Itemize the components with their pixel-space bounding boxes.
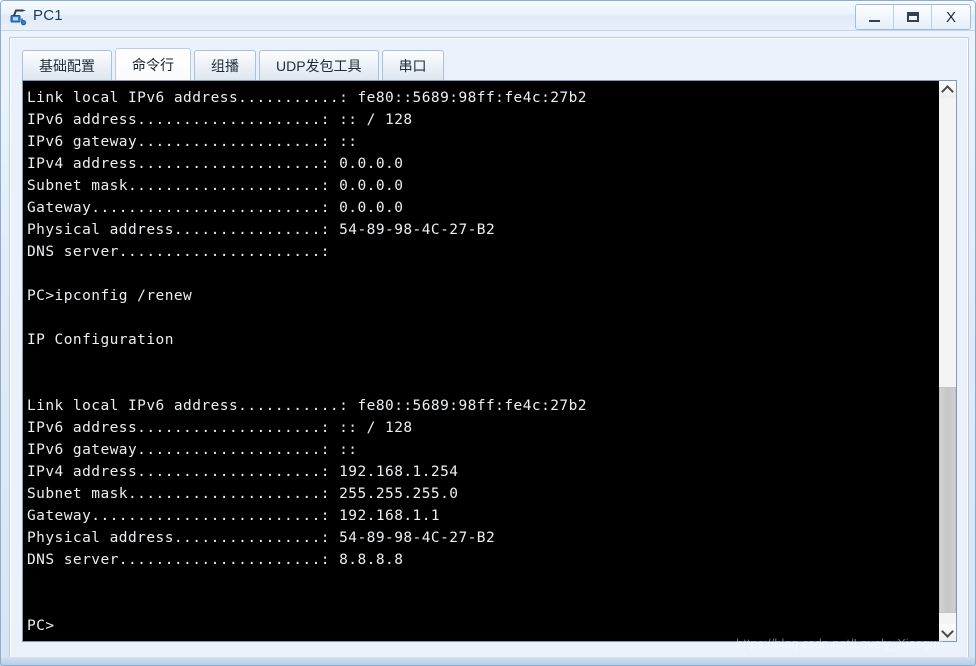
tab-command-line[interactable]: 命令行 bbox=[115, 48, 191, 80]
scrollbar-thumb[interactable] bbox=[939, 387, 956, 614]
tab-label: 组播 bbox=[211, 57, 239, 74]
tab-label: UDP发包工具 bbox=[276, 57, 362, 74]
tab-label: 命令行 bbox=[132, 56, 174, 73]
pc1-window: PC1 X 基础配置 命令行 组播 UDP发包工具 串口 Link local … bbox=[0, 0, 976, 666]
scrollbar-track[interactable] bbox=[939, 98, 956, 624]
tab-strip: 基础配置 命令行 组播 UDP发包工具 串口 bbox=[22, 46, 447, 80]
tab-label: 串口 bbox=[398, 57, 427, 74]
terminal-text: Link local IPv6 address...........: fe80… bbox=[27, 90, 587, 634]
tab-basic-config[interactable]: 基础配置 bbox=[22, 50, 112, 80]
window-controls: X bbox=[855, 4, 971, 30]
tab-serial-port[interactable]: 串口 bbox=[381, 50, 444, 80]
scroll-up-button[interactable] bbox=[939, 81, 956, 98]
tab-label: 基础配置 bbox=[39, 57, 95, 74]
scroll-down-button[interactable] bbox=[939, 624, 956, 641]
window-title: PC1 bbox=[33, 7, 63, 24]
title-bar: PC1 X bbox=[1, 1, 975, 31]
minimize-icon bbox=[869, 19, 880, 22]
chevron-down-icon bbox=[941, 624, 954, 638]
chevron-up-icon bbox=[941, 84, 954, 98]
terminal-panel: Link local IPv6 address...........: fe80… bbox=[22, 80, 957, 642]
window-bottom-edge bbox=[1, 657, 975, 665]
client-area: 基础配置 命令行 组播 UDP发包工具 串口 Link local IPv6 a… bbox=[9, 37, 969, 659]
maximize-icon bbox=[906, 12, 919, 22]
tab-multicast[interactable]: 组播 bbox=[194, 50, 256, 80]
maximize-button[interactable] bbox=[894, 5, 932, 29]
tab-udp-tool[interactable]: UDP发包工具 bbox=[259, 50, 379, 80]
close-icon: X bbox=[945, 8, 956, 26]
pc-network-icon bbox=[9, 6, 29, 26]
terminal-output[interactable]: Link local IPv6 address...........: fe80… bbox=[23, 81, 938, 641]
minimize-button[interactable] bbox=[856, 5, 894, 29]
terminal-scrollbar[interactable] bbox=[938, 81, 956, 641]
close-button[interactable]: X bbox=[932, 5, 970, 29]
